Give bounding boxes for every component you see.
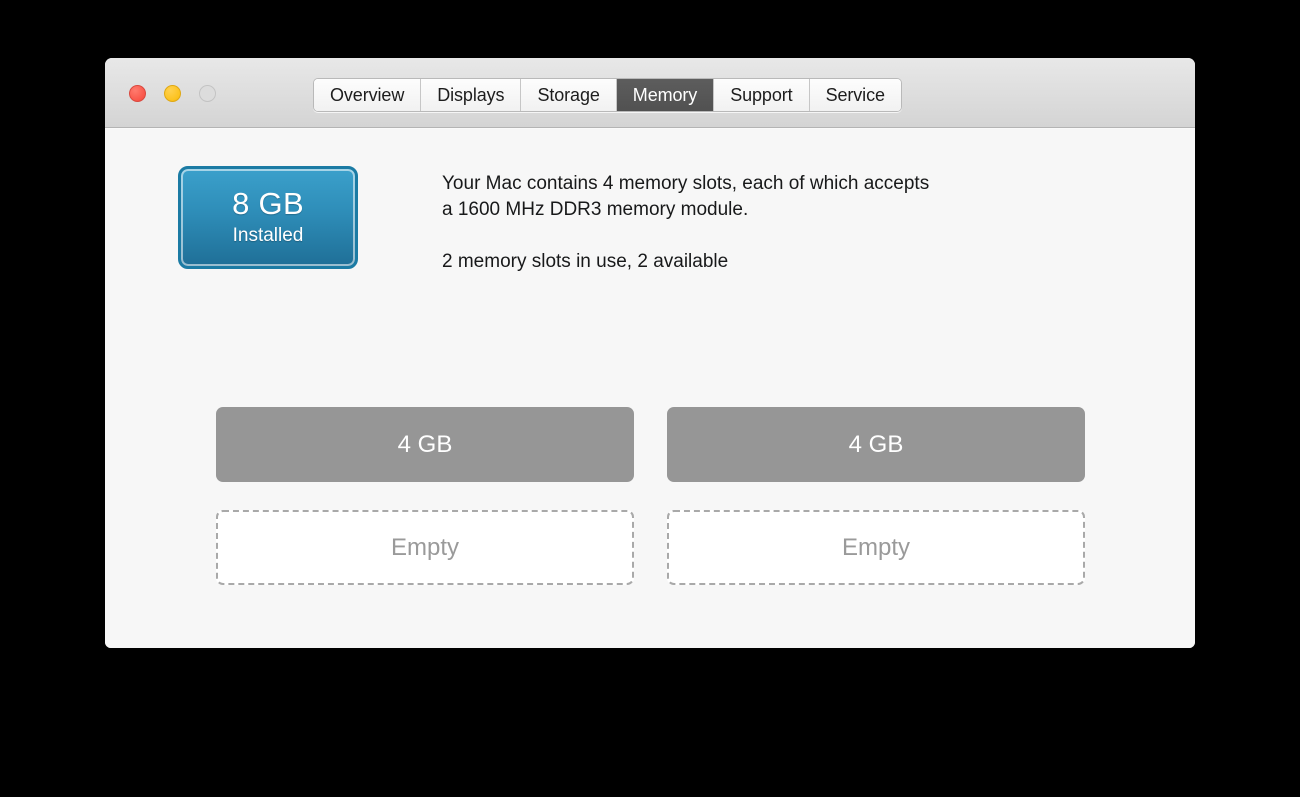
memory-slot-grid: 4 GB 4 GB Empty Empty: [216, 407, 1085, 585]
close-button[interactable]: [129, 85, 146, 102]
tab-overview[interactable]: Overview: [314, 79, 422, 111]
screen-background: Overview Displays Storage Memory Support…: [0, 0, 1300, 797]
installed-memory-badge: 8 GB Installed: [178, 166, 358, 269]
memory-description: Your Mac contains 4 memory slots, each o…: [442, 171, 1082, 275]
zoom-button[interactable]: [199, 85, 216, 102]
tab-displays[interactable]: Displays: [421, 79, 522, 111]
tab-bar: Overview Displays Storage Memory Support…: [313, 78, 902, 112]
window-titlebar: Overview Displays Storage Memory Support…: [105, 58, 1195, 128]
tab-storage[interactable]: Storage: [521, 79, 617, 111]
memory-slots-summary: 2 memory slots in use, 2 available: [442, 251, 729, 273]
memory-panel: 8 GB Installed Your Mac contains 4 memor…: [105, 128, 1195, 648]
about-this-mac-window: Overview Displays Storage Memory Support…: [105, 58, 1195, 648]
tab-service[interactable]: Service: [809, 79, 901, 111]
installed-memory-size: 8 GB: [232, 186, 304, 222]
memory-slot-2[interactable]: 4 GB: [667, 407, 1085, 482]
minimize-button[interactable]: [164, 85, 181, 102]
memory-description-line1: Your Mac contains 4 memory slots, each o…: [442, 173, 930, 194]
tab-memory[interactable]: Memory: [616, 79, 715, 111]
window-controls: [129, 85, 216, 102]
memory-slot-3[interactable]: Empty: [216, 510, 634, 585]
memory-description-line2: a 1600 MHz DDR3 memory module.: [442, 199, 749, 221]
memory-slot-4[interactable]: Empty: [667, 510, 1085, 585]
installed-memory-state: Installed: [232, 224, 304, 246]
tab-support[interactable]: Support: [714, 79, 810, 111]
memory-slot-1[interactable]: 4 GB: [216, 407, 634, 482]
